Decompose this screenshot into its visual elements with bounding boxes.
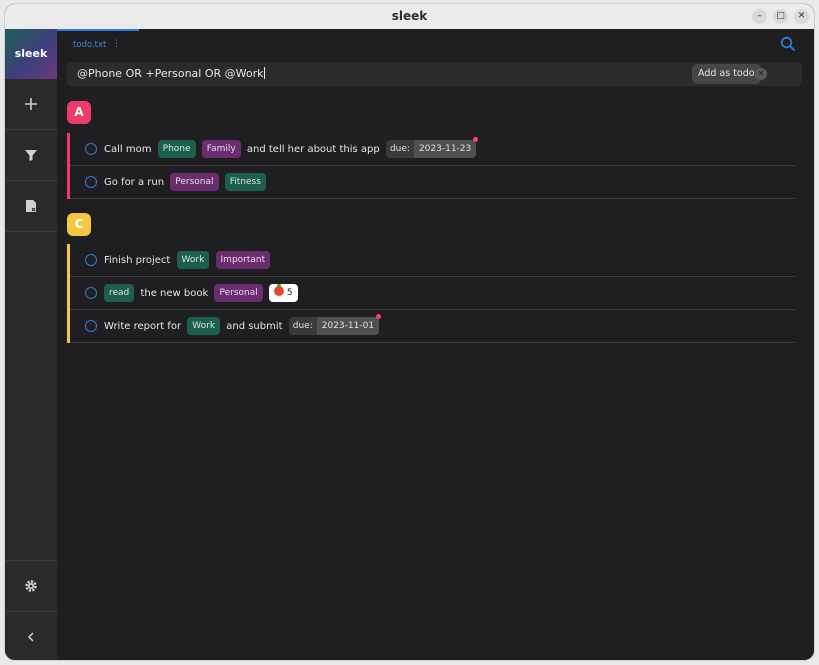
- due-date-badge[interactable]: due: 2023-11-23: [385, 137, 479, 158]
- due-date: 2023-11-01: [316, 317, 380, 335]
- complete-checkbox[interactable]: [85, 320, 97, 332]
- context-tag[interactable]: Work: [176, 251, 210, 269]
- todo-text: the new book: [140, 287, 209, 299]
- sidebar: sleek: [5, 29, 58, 660]
- filter-button[interactable]: [5, 130, 57, 181]
- complete-checkbox[interactable]: [85, 143, 97, 155]
- todo-row[interactable]: Finish project Work Important: [67, 244, 795, 277]
- todo-text: Call mom: [104, 143, 152, 155]
- file-tab[interactable]: todo.txt ⋮: [57, 29, 139, 53]
- tomato-icon: [273, 284, 284, 296]
- search-query: @Phone OR +Personal OR @Work: [77, 67, 264, 80]
- priority-bar: [67, 244, 70, 277]
- archive-file-icon: [26, 200, 36, 212]
- context-tag[interactable]: Phone: [157, 140, 196, 158]
- project-tag[interactable]: Important: [215, 251, 271, 269]
- todo-text: and submit: [226, 320, 283, 332]
- minimize-button[interactable]: –: [752, 9, 767, 24]
- todo-text: Go for a run: [104, 176, 165, 188]
- maximize-button[interactable]: □: [773, 9, 788, 24]
- plus-icon: [25, 98, 37, 110]
- priority-bar: [67, 133, 70, 166]
- add-todo-button[interactable]: [5, 79, 57, 130]
- chevron-left-icon: [27, 632, 34, 642]
- due-label: due:: [389, 144, 410, 154]
- due-label: due:: [292, 321, 313, 331]
- file-name: todo.txt: [73, 40, 107, 50]
- todo-row[interactable]: Call mom Phone Family and tell her about…: [67, 133, 795, 166]
- project-tag[interactable]: Family: [201, 140, 241, 158]
- main-panel: todo.txt ⋮ @Phone OR +Personal OR @Work …: [57, 29, 814, 660]
- due-date-badge[interactable]: due: 2023-11-01: [288, 314, 382, 335]
- context-tag[interactable]: Fitness: [224, 173, 266, 191]
- archive-button[interactable]: [5, 181, 57, 232]
- text-caret: [263, 67, 265, 79]
- priority-badge[interactable]: A: [67, 101, 91, 124]
- todo-row[interactable]: Go for a run Personal Fitness: [67, 166, 795, 199]
- context-tag[interactable]: read: [104, 284, 135, 302]
- todo-row[interactable]: read the new book Personal 5: [67, 277, 795, 310]
- filter-icon: [25, 150, 37, 161]
- close-button[interactable]: ✕: [794, 9, 809, 24]
- title-bar: sleek – □ ✕: [5, 4, 814, 30]
- file-menu-icon[interactable]: ⋮: [112, 39, 121, 49]
- window-title: sleek: [391, 9, 428, 23]
- clear-search-icon[interactable]: ✕: [755, 68, 767, 80]
- complete-checkbox[interactable]: [85, 176, 97, 188]
- search-icon[interactable]: [780, 36, 796, 52]
- priority-badge[interactable]: C: [67, 213, 91, 236]
- app-logo: sleek: [5, 29, 57, 79]
- overdue-dot: [473, 137, 479, 142]
- priority-bar: [67, 310, 70, 343]
- priority-bar: [67, 277, 70, 310]
- todo-row[interactable]: Write report for Work and submit due: 202…: [67, 310, 795, 343]
- app-window: sleek – □ ✕ sleek todo.txt ⋮ @Phone OR +…: [5, 4, 814, 660]
- pomodoro-count: 5: [286, 288, 293, 298]
- todo-text: Finish project: [104, 254, 171, 266]
- overdue-dot: [376, 314, 382, 319]
- complete-checkbox[interactable]: [85, 254, 97, 266]
- collapse-sidebar-button[interactable]: [5, 611, 57, 660]
- todo-text: Write report for: [104, 320, 182, 332]
- project-tag[interactable]: Personal: [170, 173, 219, 191]
- context-tag[interactable]: Work: [187, 317, 221, 335]
- add-as-todo-button[interactable]: Add as todo: [692, 64, 761, 84]
- pomodoro-badge[interactable]: 5: [268, 284, 298, 302]
- settings-button[interactable]: [5, 560, 57, 612]
- search-input[interactable]: @Phone OR +Personal OR @Work Add as todo…: [67, 62, 802, 86]
- todo-text: and tell her about this app: [246, 143, 380, 155]
- complete-checkbox[interactable]: [85, 287, 97, 299]
- due-date: 2023-11-23: [413, 140, 477, 158]
- project-tag[interactable]: Personal: [214, 284, 263, 302]
- priority-bar: [67, 166, 70, 199]
- gear-icon: [25, 580, 37, 592]
